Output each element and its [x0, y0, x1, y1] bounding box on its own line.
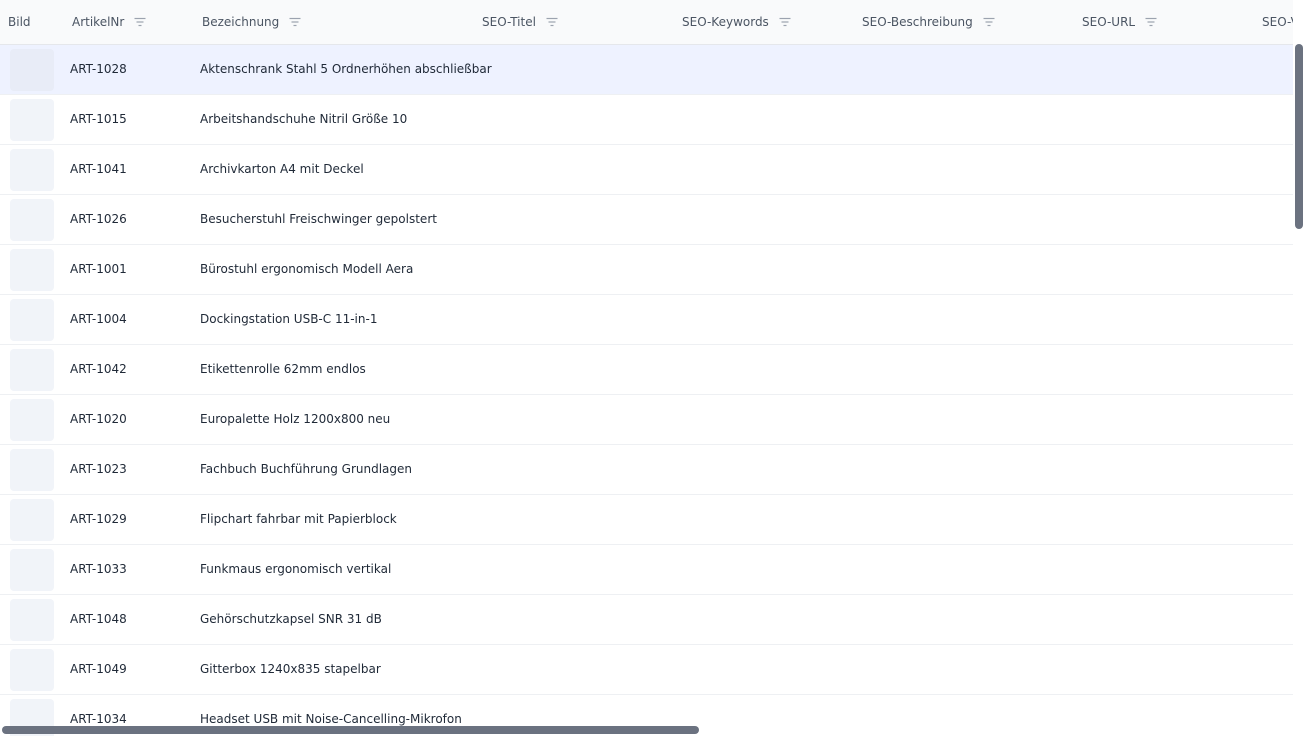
product-thumbnail: [10, 199, 54, 241]
description-cell: Flipchart fahrbar mit Papierblock: [200, 512, 397, 526]
product-thumbnail: [10, 649, 54, 691]
vertical-scrollbar[interactable]: [1293, 0, 1305, 736]
product-thumbnail: [10, 249, 54, 291]
product-thumbnail: [10, 549, 54, 591]
column-header-label: SEO-V: [1262, 15, 1293, 29]
column-header-label: ArtikelNr: [72, 15, 125, 29]
description-cell: Gehörschutzkapsel SNR 31 dB: [200, 612, 382, 626]
article-no-cell: ART-1049: [70, 662, 127, 676]
description-cell: Aktenschrank Stahl 5 Ordnerhöhen abschli…: [200, 62, 492, 76]
product-thumbnail: [10, 599, 54, 641]
article-no-cell: ART-1048: [70, 612, 127, 626]
article-no-cell: ART-1020: [70, 412, 127, 426]
column-header-label: SEO-Beschreibung: [862, 15, 973, 29]
column-header-image[interactable]: Bild: [8, 0, 31, 44]
description-cell: Archivkarton A4 mit Deckel: [200, 162, 364, 176]
column-header-seo-description[interactable]: SEO-Beschreibung: [862, 0, 995, 44]
table-row[interactable]: ART-1029 Flipchart fahrbar mit Papierblo…: [0, 495, 1293, 545]
filter-icon[interactable]: [983, 17, 995, 27]
article-no-cell: ART-1041: [70, 162, 127, 176]
product-thumbnail: [10, 299, 54, 341]
article-no-cell: ART-1026: [70, 212, 127, 226]
column-header-label: Bild: [8, 15, 31, 29]
article-no-cell: ART-1028: [70, 62, 127, 76]
article-no-cell: ART-1033: [70, 562, 127, 576]
article-no-cell: ART-1004: [70, 312, 127, 326]
product-thumbnail: [10, 349, 54, 391]
product-thumbnail: [10, 399, 54, 441]
filter-icon[interactable]: [546, 17, 558, 27]
description-cell: Bürostuhl ergonomisch Modell Aera: [200, 262, 414, 276]
column-header-seo-url[interactable]: SEO-URL: [1082, 0, 1157, 44]
article-no-cell: ART-1023: [70, 462, 127, 476]
description-cell: Arbeitshandschuhe Nitril Größe 10: [200, 112, 408, 126]
table-row[interactable]: ART-1041 Archivkarton A4 mit Deckel: [0, 145, 1293, 195]
description-cell: Fachbuch Buchführung Grundlagen: [200, 462, 413, 476]
table-row[interactable]: ART-1033 Funkmaus ergonomisch vertikal: [0, 545, 1293, 595]
description-cell: Dockingstation USB-C 11-in-1: [200, 312, 378, 326]
description-cell: Europalette Holz 1200x800 neu: [200, 412, 391, 426]
description-cell: Besucherstuhl Freischwinger gepolstert: [200, 212, 437, 226]
column-header-seo-title[interactable]: SEO-Titel: [482, 0, 558, 44]
table-row[interactable]: ART-1049 Gitterbox 1240x835 stapelbar: [0, 645, 1293, 695]
table-row[interactable]: ART-1004 Dockingstation USB-C 11-in-1: [0, 295, 1293, 345]
product-thumbnail: [10, 499, 54, 541]
product-thumbnail: [10, 99, 54, 141]
table-row[interactable]: ART-1048 Gehörschutzkapsel SNR 31 dB: [0, 595, 1293, 645]
article-no-cell: ART-1029: [70, 512, 127, 526]
product-thumbnail: [10, 449, 54, 491]
table-row[interactable]: ART-1015 Arbeitshandschuhe Nitril Größe …: [0, 95, 1293, 145]
column-header-label: Bezeichnung: [202, 15, 280, 29]
filter-icon[interactable]: [1145, 17, 1157, 27]
column-header-label: SEO-URL: [1082, 15, 1136, 29]
table-row[interactable]: ART-1026 Besucherstuhl Freischwinger gep…: [0, 195, 1293, 245]
article-no-cell: ART-1015: [70, 112, 127, 126]
table-row[interactable]: ART-1020 Europalette Holz 1200x800 neu: [0, 395, 1293, 445]
table-row[interactable]: ART-1028 Aktenschrank Stahl 5 Ordnerhöhe…: [0, 45, 1293, 95]
column-header-seo-keywords[interactable]: SEO-Keywords: [682, 0, 791, 44]
filter-icon[interactable]: [289, 17, 301, 27]
column-header-seo-v[interactable]: SEO-V: [1262, 0, 1293, 44]
description-cell: Etikettenrolle 62mm endlos: [200, 362, 366, 376]
column-header-description[interactable]: Bezeichnung: [202, 0, 301, 44]
horizontal-scrollbar-thumb[interactable]: [2, 726, 699, 734]
description-cell: Funkmaus ergonomisch vertikal: [200, 562, 392, 576]
vertical-scrollbar-thumb[interactable]: [1295, 44, 1303, 229]
table-row[interactable]: ART-1042 Etikettenrolle 62mm endlos: [0, 345, 1293, 395]
column-header-label: SEO-Titel: [482, 15, 536, 29]
filter-icon[interactable]: [779, 17, 791, 27]
product-thumbnail: [10, 149, 54, 191]
grid-body: ART-1028 Aktenschrank Stahl 5 Ordnerhöhe…: [0, 45, 1293, 736]
table-row[interactable]: ART-1023 Fachbuch Buchführung Grundlagen: [0, 445, 1293, 495]
article-no-cell: ART-1001: [70, 262, 127, 276]
column-header-article-no[interactable]: ArtikelNr: [72, 0, 146, 44]
grid-header: Bild ArtikelNr Bezeichnung SEO-Titel SEO…: [0, 0, 1293, 45]
filter-icon[interactable]: [134, 17, 146, 27]
product-thumbnail: [10, 49, 54, 91]
product-grid: Bild ArtikelNr Bezeichnung SEO-Titel SEO…: [0, 0, 1305, 736]
column-header-label: SEO-Keywords: [682, 15, 769, 29]
article-no-cell: ART-1042: [70, 362, 127, 376]
table-row[interactable]: ART-1001 Bürostuhl ergonomisch Modell Ae…: [0, 245, 1293, 295]
description-cell: Gitterbox 1240x835 stapelbar: [200, 662, 381, 676]
